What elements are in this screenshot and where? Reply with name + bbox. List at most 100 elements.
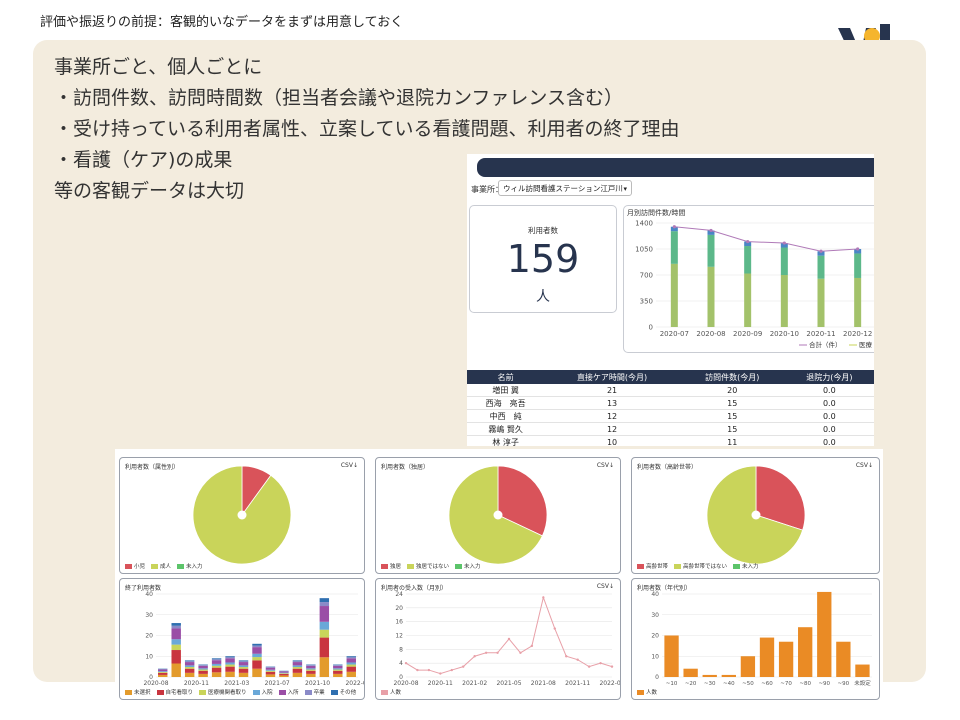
legend-item[interactable]: 医療機関看取り [199, 690, 247, 696]
legend-label: 未選択 [134, 690, 151, 696]
table-row[interactable]: 西海 亮吾 13 15 0.0 [467, 396, 874, 410]
csv-download-button[interactable]: CSV↓ [341, 462, 358, 469]
legend-label: 高齢世帯ではない [683, 564, 728, 570]
legend-label: 合計（件） [809, 340, 842, 349]
chart-legend: 未選択 自宅看取り 医療機関看取り 入院 入所 卒業 その他 [125, 688, 362, 696]
legend-label: 高齢世帯 [646, 564, 669, 570]
legend-item[interactable]: 小児 [125, 564, 145, 570]
table-cell: 15 [679, 409, 785, 423]
bar-segment [279, 672, 289, 674]
csv-download-button[interactable]: CSV↓ [856, 462, 873, 469]
chart-legend: 独居 独居ではない 未入力 [381, 562, 487, 570]
bar-segment [346, 662, 356, 665]
legend-item[interactable]: 成人 [151, 564, 171, 570]
bar-segment [198, 668, 208, 670]
x-tick-label: ~50 [742, 681, 754, 687]
data-point [553, 627, 556, 630]
legend-swatch [278, 690, 286, 695]
bar-segment [292, 660, 303, 662]
bar-segment-care [854, 253, 862, 278]
bar-segment [265, 671, 276, 675]
bar-segment [279, 671, 289, 673]
chart-title: 利用者数（年代別） [637, 585, 692, 592]
y-tick-label: 12 [395, 633, 403, 640]
table-row[interactable]: 増田 翼 21 20 0.0 [467, 384, 874, 397]
legend-swatch [674, 564, 682, 569]
table-cell: 13 [544, 396, 680, 410]
data-point [819, 249, 823, 253]
legend-item[interactable]: その他 [330, 690, 356, 696]
bar-segment-medical [817, 278, 825, 327]
legend-label: 小児 [134, 564, 146, 570]
legend-item[interactable]: 人数 [381, 690, 401, 696]
legend-item[interactable]: 入所 [278, 690, 299, 696]
legend-item[interactable]: 高齢世帯 [637, 564, 668, 570]
y-tick-label: 4 [399, 660, 403, 667]
y-tick-label: 700 [640, 272, 653, 280]
bar-segment [158, 672, 168, 673]
slide-caption: 評価や振返りの前提：客観的いなデータをまずは用意しておく [40, 15, 404, 30]
bar-segment [184, 668, 195, 673]
legend-swatch [637, 564, 644, 569]
bar-segment [252, 660, 262, 669]
legend-item[interactable]: 独居ではない [407, 564, 449, 570]
legend-swatch [125, 564, 132, 569]
csv-download-button[interactable]: CSV↓ [597, 583, 614, 590]
x-tick-label: 2021-02 [462, 680, 487, 687]
chart-title: 利用者数（独居） [381, 464, 430, 471]
bar-segment [306, 665, 316, 669]
bar-segment [198, 669, 208, 671]
table-row[interactable]: 林 淳子 10 11 0.0 [467, 435, 874, 446]
legend-item[interactable]: 卒業 [304, 690, 325, 696]
bar-segment [333, 670, 343, 674]
legend-item[interactable]: 自宅看取り [156, 690, 193, 696]
bar-segment [292, 661, 303, 663]
table-cell: 10 [544, 435, 680, 446]
bar-segment [158, 672, 168, 675]
monthly-visits-card: 月別訪問件数/時間 0 350 700 1050 1400 2020-07 2020-08 2… [623, 205, 874, 353]
legend-label: 未入力 [742, 564, 759, 570]
data-point [599, 661, 602, 665]
table-header[interactable]: 退院力(今月) [784, 370, 874, 384]
legend-item[interactable]: 未入力 [733, 564, 759, 570]
bar-segment [225, 664, 235, 667]
monthly-intake-panel: 0 4 8 12 16 20 24 2020-08 2020-11 2021-02 2021-05 2… [375, 578, 621, 700]
y-tick-label: 1050 [635, 246, 653, 254]
bar-segment [171, 628, 181, 640]
legend-label: 医療 [859, 340, 873, 349]
chevron-down-icon: ▾ [623, 185, 627, 193]
table-cell: 霧嶋 賢久 [467, 422, 545, 436]
table-header[interactable]: 名前 [467, 370, 545, 384]
table-cell: 15 [679, 422, 785, 436]
table-row[interactable]: 中西 純 12 15 0.0 [467, 409, 874, 423]
legend-item[interactable]: 高齢世帯ではない [674, 564, 727, 570]
legend-item[interactable]: 入院 [252, 690, 273, 696]
chart-legend: 人数 [381, 688, 407, 696]
y-tick-label: 24 [395, 591, 403, 598]
x-tick-label: 2020-07 [660, 330, 689, 338]
legend-item[interactable]: 未選択 [125, 690, 151, 696]
bar-segment [265, 667, 276, 668]
bar-segment [265, 667, 276, 670]
x-tick-label: 2021-10 [305, 680, 330, 687]
y-tick-label: 20 [395, 605, 403, 612]
table-cell: 0.0 [784, 396, 874, 410]
table-header[interactable]: 直接ケア時間(今月) [544, 370, 680, 384]
legend-item[interactable]: 人数 [637, 690, 657, 696]
table-cell: 21 [544, 384, 680, 397]
table-row[interactable]: 霧嶋 賢久 12 15 0.0 [467, 422, 874, 436]
bar-segment [184, 661, 195, 663]
csv-download-button[interactable]: CSV↓ [597, 462, 614, 469]
legend-item[interactable]: 独居 [381, 564, 401, 570]
office-select[interactable]: ウィル訪問看護ステーション江戸川 ▾ [498, 180, 632, 196]
bar-segment [158, 674, 168, 677]
bar-segment [171, 639, 181, 645]
table-cell: 20 [679, 384, 785, 397]
legend-item[interactable]: 未入力 [177, 564, 203, 570]
x-tick-label: 2021-11 [565, 680, 590, 687]
legend-item[interactable]: 未入力 [455, 564, 481, 570]
data-point [484, 651, 488, 654]
bar-segment [211, 660, 222, 664]
bar-segment [238, 668, 249, 673]
table-header[interactable]: 訪問件数(今月) [679, 370, 785, 384]
